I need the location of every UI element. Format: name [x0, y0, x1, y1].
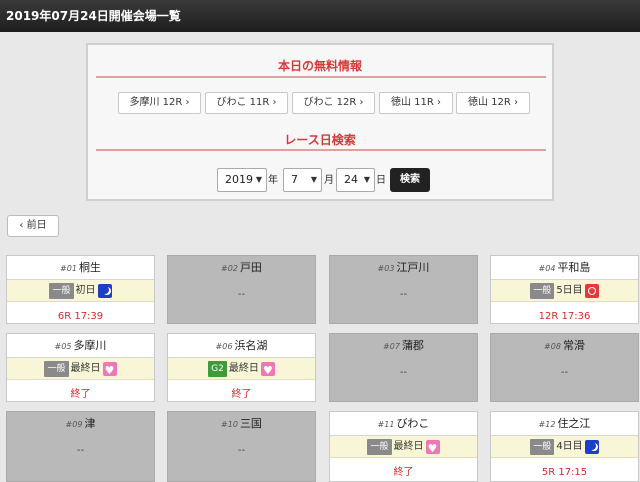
- free-info-title: 本日の無料情報: [277, 59, 362, 73]
- race-day: 4日目: [556, 441, 583, 452]
- no-race-text: --: [560, 367, 569, 378]
- venue-name: 三国: [239, 417, 262, 430]
- chevron-right-icon: ›: [185, 97, 190, 108]
- venue-card-gamagori[interactable]: #07 蒲郡 --: [329, 333, 478, 402]
- venue-card-tsu[interactable]: #09 津 --: [6, 411, 155, 482]
- venue-card-tokoname[interactable]: #08 常滑 --: [490, 333, 639, 402]
- race-status: 終了: [231, 389, 252, 400]
- night-icon: [584, 440, 599, 454]
- month-select[interactable]: 7 ▼: [283, 168, 322, 192]
- dropdown-arrow-icon: ▼: [363, 175, 370, 184]
- info-panel: 本日の無料情報 多摩川 12R › びわこ 11R › びわこ 12R › 徳山…: [86, 43, 554, 201]
- race-search-title: レース日検索: [284, 133, 356, 147]
- venue-card-hamanako[interactable]: #06浜名湖 G2最終日 終了: [167, 333, 316, 402]
- venue-name: 蒲郡: [401, 339, 424, 352]
- race-day: 最終日: [228, 363, 259, 374]
- venue-card-tamagawa[interactable]: #05多摩川 一般最終日 終了: [6, 333, 155, 402]
- lady-icon: [102, 360, 117, 382]
- race-status: 5R 17:15: [541, 467, 588, 478]
- no-race-text: --: [399, 289, 408, 300]
- free-info-button-tokuyama-11r[interactable]: 徳山 11R ›: [379, 92, 453, 114]
- venue-name: 浜名湖: [234, 339, 268, 352]
- grade-badge: 一般: [530, 283, 555, 299]
- chevron-left-icon: ‹: [19, 220, 24, 231]
- morning-icon: [584, 284, 599, 298]
- year-select[interactable]: 2019 ▼: [217, 168, 267, 192]
- no-race-text: --: [76, 445, 85, 456]
- venue-name: 常滑: [562, 339, 585, 352]
- previous-day-button[interactable]: ‹ 前日: [7, 215, 59, 237]
- page-header: 2019年07月24日開催会場一覧: [0, 0, 640, 32]
- race-day: 5日目: [556, 285, 583, 296]
- venue-name: 戸田: [239, 261, 262, 274]
- lady-icon: [260, 360, 275, 382]
- free-info-button-tamagawa-12r[interactable]: 多摩川 12R ›: [118, 92, 201, 114]
- chevron-right-icon: ›: [437, 97, 442, 108]
- free-info-button-tokuyama-12r[interactable]: 徳山 12R ›: [456, 92, 530, 114]
- venue-card-suminoe[interactable]: #12 住之江 一般 4日目 5R 17:15: [490, 411, 639, 482]
- chevron-right-icon: ›: [272, 97, 277, 108]
- race-day: 最終日: [70, 363, 101, 374]
- venue-card-edogawa[interactable]: #03 江戸川 --: [329, 255, 478, 324]
- chevron-right-icon: ›: [359, 97, 364, 108]
- venue-card-biwako[interactable]: #11びわこ 一般最終日 終了: [329, 411, 478, 482]
- venue-name: 江戸川: [396, 261, 430, 274]
- month-unit: 月: [324, 175, 334, 186]
- venue-card-mikuni[interactable]: #10 三国 --: [167, 411, 316, 482]
- venue-name: 平和島: [557, 261, 591, 274]
- lady-icon: [425, 438, 440, 460]
- search-button[interactable]: 検索: [390, 168, 430, 192]
- venue-card-heiwajima[interactable]: #04 平和島 一般 5日目 12R 17:36: [490, 255, 639, 324]
- race-day: 最終日: [393, 441, 424, 452]
- divider: [96, 149, 546, 151]
- dropdown-arrow-icon: ▼: [255, 175, 262, 184]
- venue-name: 住之江: [557, 417, 591, 430]
- venue-name: びわこ: [396, 417, 430, 430]
- venue-name: 多摩川: [73, 339, 107, 352]
- grade-badge: 一般: [367, 439, 392, 455]
- grade-badge: 一般: [530, 439, 555, 455]
- no-race-text: --: [399, 367, 408, 378]
- grade-badge: G2: [208, 361, 227, 377]
- divider: [96, 76, 546, 78]
- venue-name: 津: [84, 417, 96, 430]
- venue-name: 桐生: [78, 261, 101, 274]
- day-select[interactable]: 24 ▼: [336, 168, 375, 192]
- race-status: 終了: [393, 467, 414, 478]
- race-day: 初日: [75, 285, 96, 296]
- no-race-text: --: [237, 445, 246, 456]
- day-unit: 日: [376, 175, 386, 186]
- race-status: 12R 17:36: [538, 311, 591, 322]
- free-info-button-biwako-11r[interactable]: びわこ 11R ›: [205, 92, 288, 114]
- race-status: 6R 17:39: [57, 311, 104, 322]
- year-unit: 年: [268, 175, 278, 186]
- page-title: 2019年07月24日開催会場一覧: [6, 9, 181, 23]
- venue-card-toda[interactable]: #02 戸田 --: [167, 255, 316, 324]
- no-race-text: --: [237, 289, 246, 300]
- free-info-button-biwako-12r[interactable]: びわこ 12R ›: [292, 92, 375, 114]
- chevron-right-icon: ›: [514, 97, 519, 108]
- grade-badge: 一般: [49, 283, 74, 299]
- grade-badge: 一般: [44, 361, 69, 377]
- venue-card-kiryu[interactable]: #01 桐生 一般 初日 6R 17:39: [6, 255, 155, 324]
- night-icon: [97, 284, 112, 298]
- dropdown-arrow-icon: ▼: [310, 175, 317, 184]
- race-status: 終了: [70, 389, 91, 400]
